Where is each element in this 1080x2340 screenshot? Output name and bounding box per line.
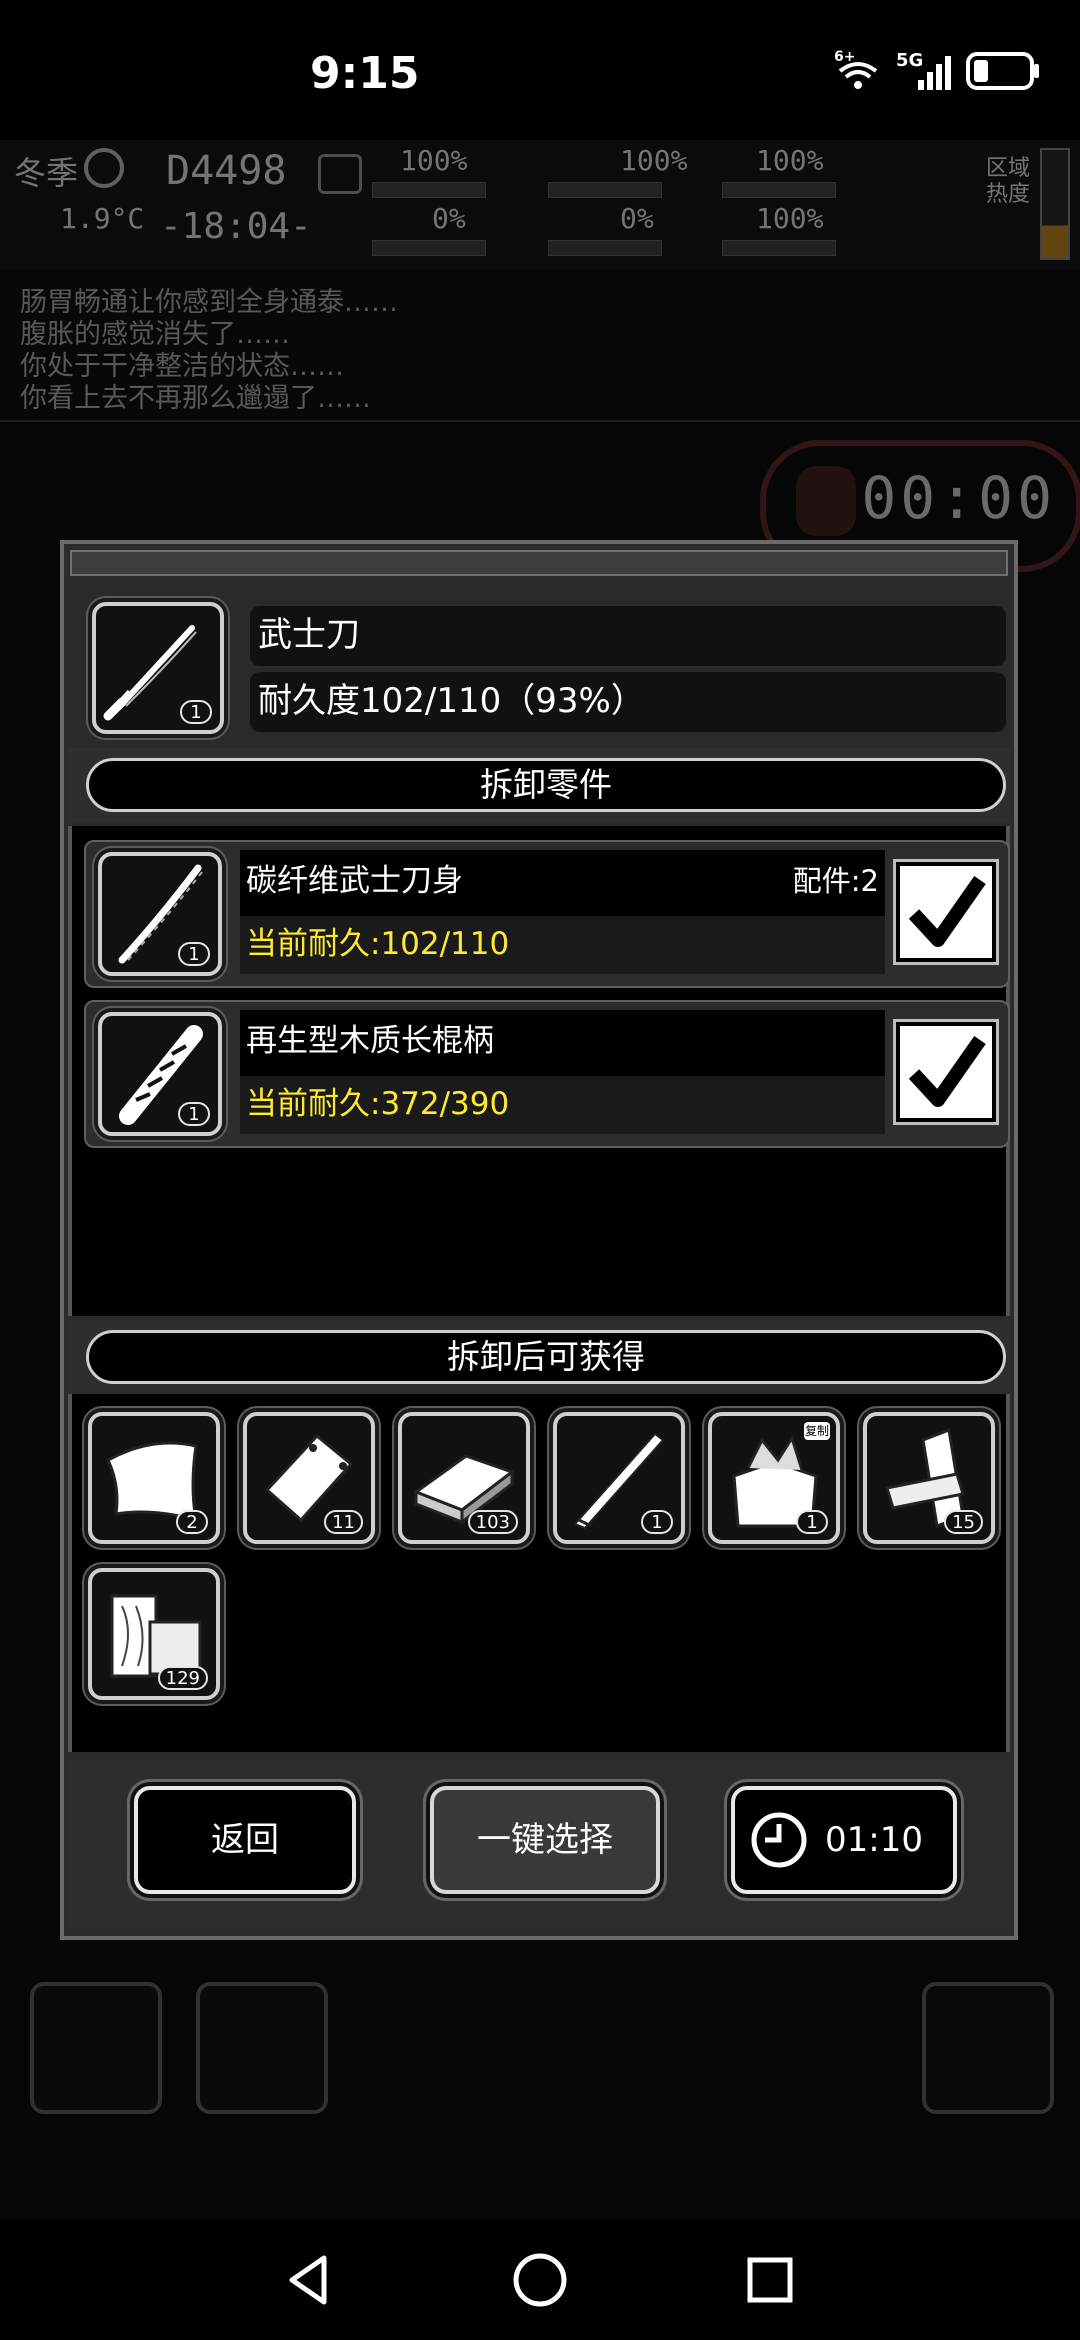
game-hud: 冬季 1.9°C D4498 -18:04- 100% 0% 100% 0% 0… xyxy=(0,140,1080,270)
part-count: 1 xyxy=(178,1102,210,1126)
stat-mood: 100% xyxy=(756,144,824,177)
background-timer-text: 00:00 xyxy=(861,464,1056,532)
walk-button[interactable] xyxy=(196,1982,328,2114)
navigation-bar xyxy=(0,2220,1080,2340)
gain-count: 1 xyxy=(796,1510,828,1534)
disassemble-time-label: 01:10 xyxy=(825,1820,923,1860)
stat-health-bar xyxy=(372,182,486,198)
part-checkbox[interactable] xyxy=(896,862,996,962)
zone-heat-meter xyxy=(1040,148,1070,260)
parts-title: 拆卸零件 xyxy=(86,758,1006,812)
gain-count: 1 xyxy=(641,1510,673,1534)
part-accessory-count: 配件:2 xyxy=(792,864,879,898)
stat-row-4 xyxy=(860,200,970,240)
gain-slot[interactable]: 103 xyxy=(398,1412,530,1544)
item-count: 1 xyxy=(180,700,212,724)
moon-icon xyxy=(84,148,124,188)
signal-icon: 5G xyxy=(896,50,952,92)
gain-count: 2 xyxy=(176,1510,208,1534)
parts-title-band: 拆卸零件 xyxy=(68,748,1010,822)
battery-icon xyxy=(966,52,1040,94)
gain-title-band: 拆卸后可获得 xyxy=(68,1320,1010,1394)
dialog-footer: 返回 一键选择 01:10 xyxy=(68,1760,1010,1930)
status-time: 9:15 xyxy=(310,48,420,99)
gain-count: 15 xyxy=(944,1510,983,1534)
inventory-toggle-button[interactable] xyxy=(922,1982,1054,2114)
part-slot[interactable]: 1 xyxy=(98,852,222,976)
stat-heart: 100% xyxy=(756,202,824,235)
stat-stomach-bar xyxy=(548,182,662,198)
gain-title: 拆卸后可获得 xyxy=(86,1330,1006,1384)
clock-icon xyxy=(751,1812,807,1868)
back-button[interactable]: 返回 xyxy=(134,1786,356,1894)
gain-slot[interactable]: 11 xyxy=(243,1412,375,1544)
parts-list: 1 碳纤维武士刀身 配件:2 当前耐久:102/110 1 再生型木质长棍柄 当… xyxy=(68,826,1010,1316)
stat-heart-bar xyxy=(722,240,836,256)
screen: 9:15 6+ 5G 冬季 1.9°C D4498 -18:04- 100% 0… xyxy=(0,0,1080,2340)
stat-bleeding-bar xyxy=(548,240,662,256)
gain-slot[interactable]: 129 xyxy=(88,1568,220,1700)
stat-blood-bar xyxy=(372,240,486,256)
disassemble-time-button[interactable]: 01:10 xyxy=(731,1786,957,1894)
day-label: D4498 xyxy=(166,148,287,194)
part-row[interactable]: 1 再生型木质长棍柄 当前耐久:372/390 xyxy=(84,1000,1010,1148)
stat-mood-bar xyxy=(722,182,836,198)
log-line: 你看上去不再那么邋遢了…… xyxy=(20,383,371,414)
gain-count: 11 xyxy=(324,1510,363,1534)
part-name-text: 再生型木质长棍柄 xyxy=(246,1023,494,1059)
item-slot[interactable]: 1 xyxy=(92,602,224,734)
back-nav-icon[interactable] xyxy=(280,2250,340,2310)
part-name: 再生型木质长棍柄 xyxy=(240,1010,885,1076)
stat-bleeding: 0% xyxy=(620,202,654,235)
gain-slot[interactable]: 2 xyxy=(88,1412,220,1544)
wifi-badge: 6+ xyxy=(834,49,856,65)
stat-health: 100% xyxy=(400,144,468,177)
zombie-hand-icon xyxy=(796,466,856,536)
part-durability: 当前耐久:102/110 xyxy=(240,916,885,974)
gain-count: 103 xyxy=(467,1510,518,1534)
dialog-top-strip xyxy=(70,550,1008,576)
part-name: 碳纤维武士刀身 配件:2 xyxy=(240,850,885,916)
part-checkbox[interactable] xyxy=(896,1022,996,1122)
gain-slot[interactable]: 15 xyxy=(863,1412,995,1544)
gain-slot[interactable]: 复制 1 xyxy=(708,1412,840,1544)
part-slot[interactable]: 1 xyxy=(98,1012,222,1136)
status-bar: 9:15 6+ 5G xyxy=(0,0,1080,140)
part-name-text: 碳纤维武士刀身 xyxy=(246,863,463,899)
disassemble-dialog: 1 武士刀 耐久度102/110（93%） 拆卸零件 1 碳纤维武士刀身 配件:… xyxy=(60,540,1018,1940)
checkmark-icon xyxy=(908,875,986,947)
zone-heat-label: 区域热度 xyxy=(986,156,1031,207)
duplicate-tag: 复制 xyxy=(804,1422,830,1440)
status-icons: 6+ 5G xyxy=(834,49,1040,94)
season-label: 冬季 xyxy=(14,154,79,192)
item-durability: 耐久度102/110（93%） xyxy=(250,672,1006,732)
home-nav-icon[interactable] xyxy=(510,2250,570,2310)
stat-stomach: 100% xyxy=(620,144,688,177)
wifi-icon: 6+ xyxy=(834,49,882,91)
checkmark-icon xyxy=(908,1035,986,1107)
gain-count: 129 xyxy=(157,1666,208,1690)
select-all-button[interactable]: 一键选择 xyxy=(430,1786,660,1894)
temperature-label: 1.9°C xyxy=(60,202,145,235)
clock-label: -18:04- xyxy=(160,206,312,247)
interact-button[interactable] xyxy=(30,1982,162,2114)
stat-blood: 0% xyxy=(432,202,466,235)
part-count: 1 xyxy=(178,942,210,966)
gain-slot[interactable]: 1 xyxy=(553,1412,685,1544)
message-log: 肠胃畅通让你感到全身通泰…… 腹胀的感觉消失了…… 你处于干净整洁的状态…… 你… xyxy=(0,270,1080,422)
item-name: 武士刀 xyxy=(250,606,1006,666)
part-durability: 当前耐久:372/390 xyxy=(240,1076,885,1134)
medkit-icon xyxy=(318,154,362,194)
gain-grid: 2 11 103 1 复制 1 15 129 xyxy=(68,1394,1010,1752)
recents-nav-icon[interactable] xyxy=(740,2250,800,2310)
part-row[interactable]: 1 碳纤维武士刀身 配件:2 当前耐久:102/110 xyxy=(84,840,1010,988)
